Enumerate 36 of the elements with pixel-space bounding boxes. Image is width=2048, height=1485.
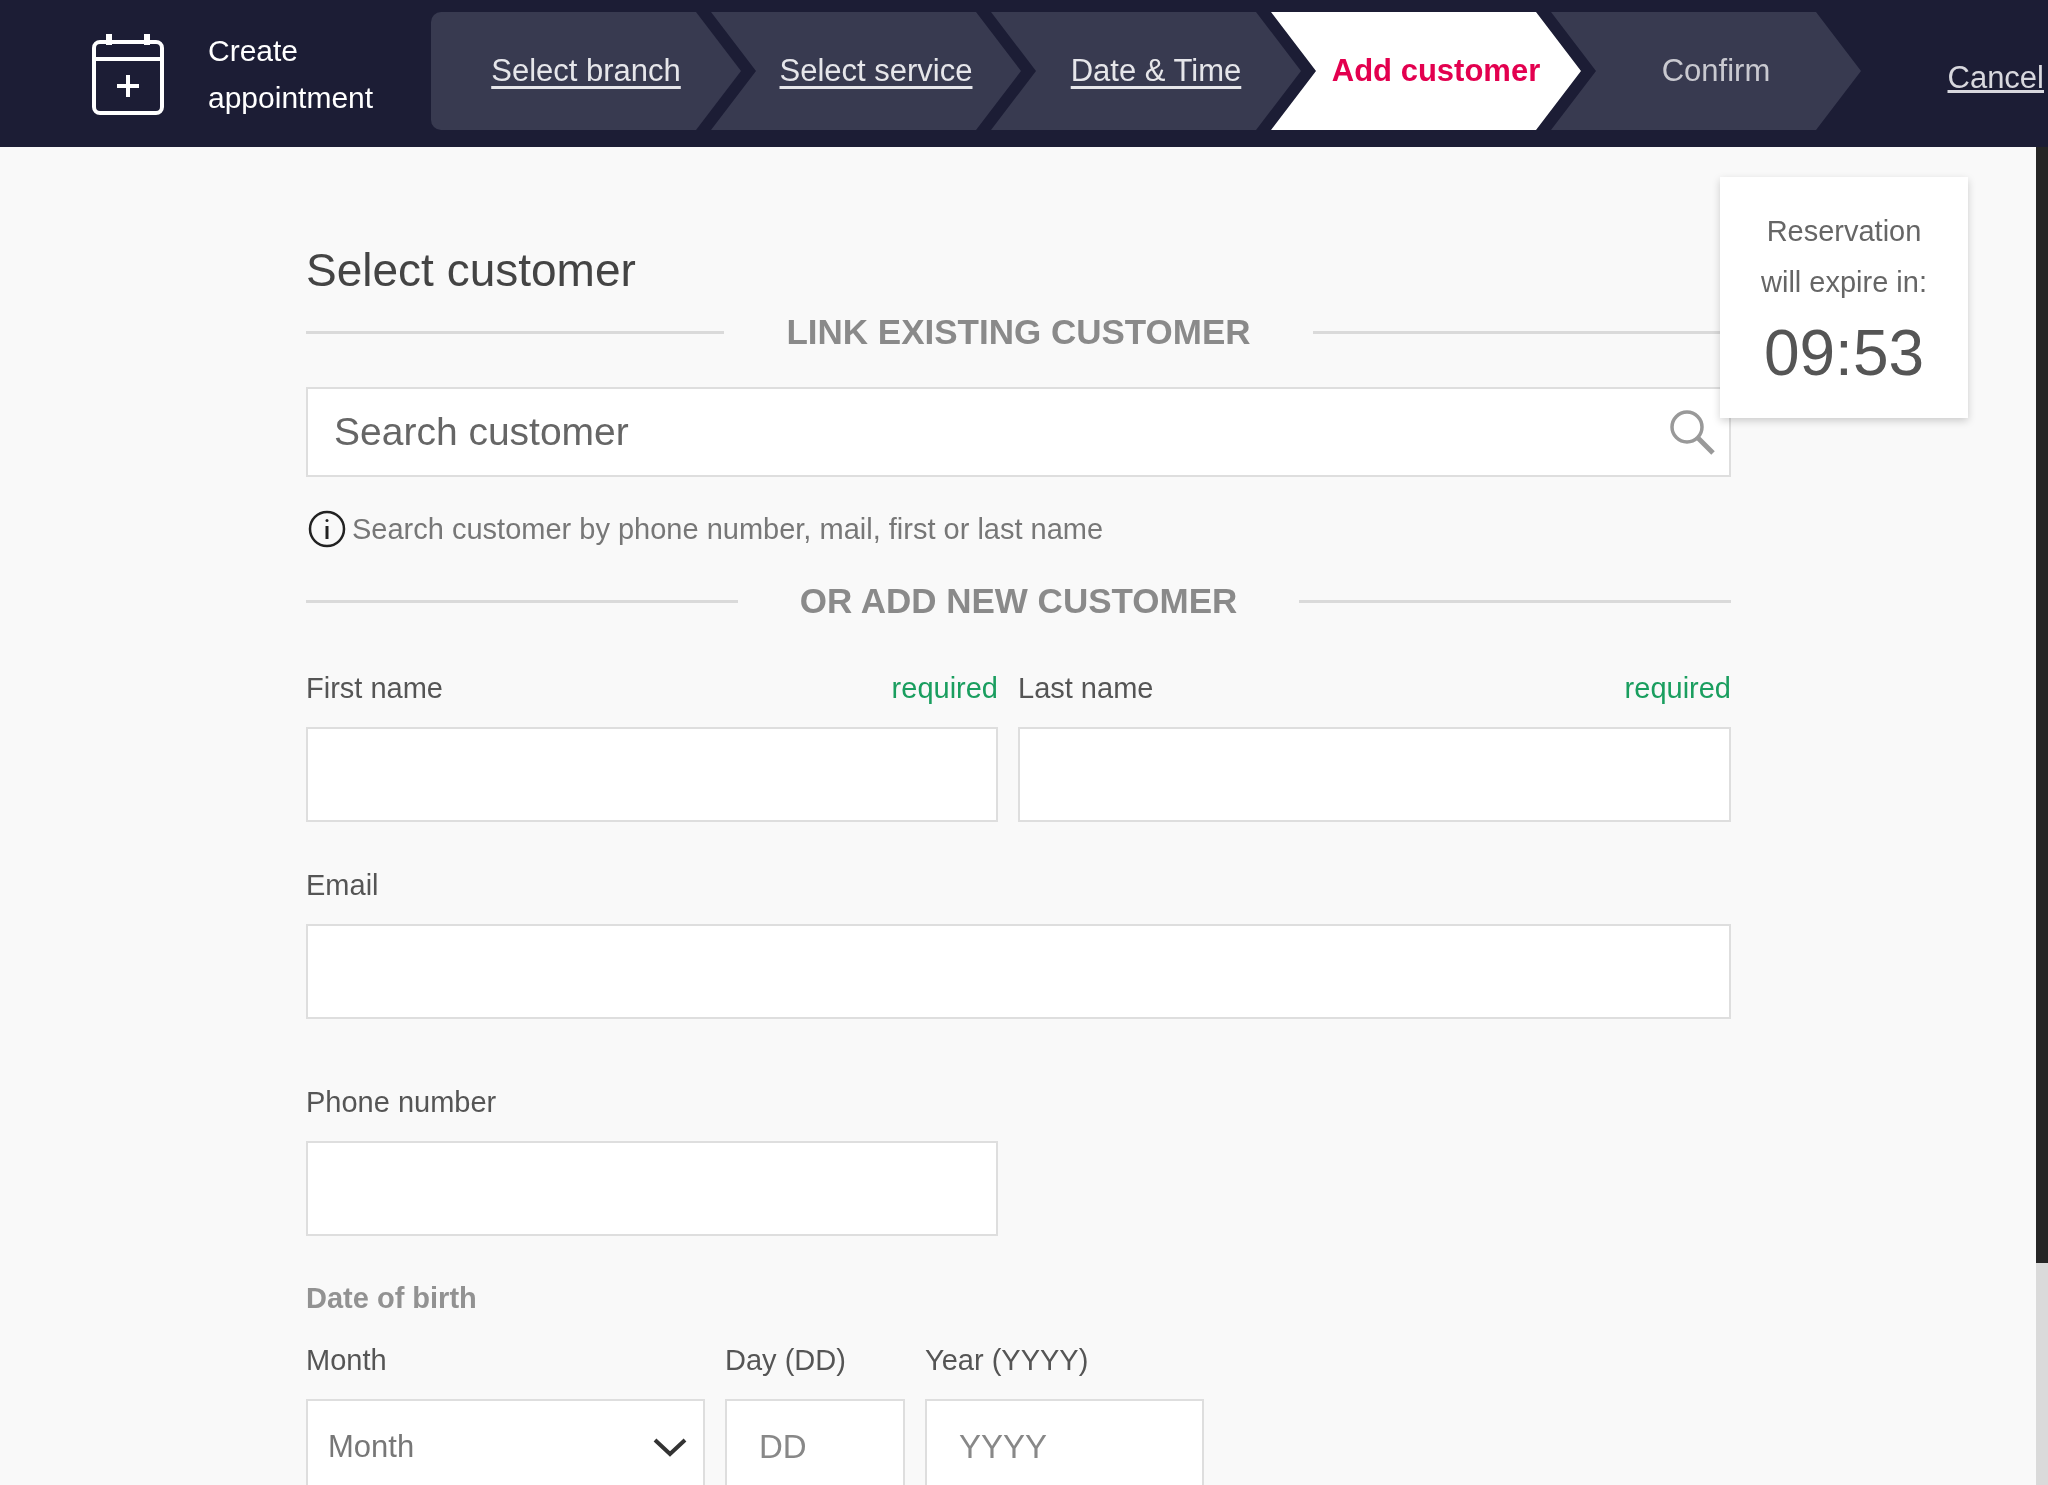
info-icon: [308, 510, 346, 548]
field-label: Month: [306, 1344, 387, 1376]
month-dropdown[interactable]: Month: [306, 1399, 705, 1485]
countdown-time: 09:53: [1763, 315, 1925, 390]
text-field[interactable]: [1018, 727, 1731, 822]
search-field[interactable]: Search customer: [306, 387, 1731, 477]
scrollbar[interactable]: [2036, 147, 2048, 1485]
wizard-step[interactable]: Confirm: [1551, 12, 1861, 130]
search-icon: [1669, 409, 1715, 455]
text-field[interactable]: [306, 1141, 998, 1236]
wizard-step[interactable]: Select service: [711, 12, 1021, 130]
text-field[interactable]: [306, 727, 998, 822]
app-title: Create appointment: [208, 32, 375, 116]
required-label: required: [1624, 671, 1731, 706]
field-label: Day (DD): [725, 1344, 846, 1376]
year-field[interactable]: YYYY: [925, 1399, 1204, 1485]
text-field[interactable]: [306, 924, 1731, 1019]
page-title: Select customer: [306, 243, 637, 298]
section-heading: OR ADD NEW CUSTOMER: [798, 580, 1239, 622]
chevron-down-icon: [653, 1436, 687, 1457]
wizard-step[interactable]: Select branch: [431, 12, 741, 130]
timer-label: Reservation will expire in:: [1760, 213, 1928, 300]
cancel-link[interactable]: Cancel: [1947, 59, 2044, 96]
section-heading: LINK EXISTING CUSTOMER: [785, 311, 1252, 353]
section-label: Date of birth: [306, 1281, 478, 1316]
field-label: First name: [306, 671, 443, 706]
hint-text: Search customer by phone number, mail, first or last name: [352, 512, 1104, 547]
field-label: Email: [306, 868, 379, 903]
field-label: Year (YYYY): [925, 1344, 1089, 1376]
wizard-step[interactable]: Add customer: [1271, 12, 1581, 130]
field-label: Phone number: [306, 1085, 497, 1120]
day-field[interactable]: DD: [725, 1399, 905, 1485]
field-label: Last name: [1018, 671, 1154, 706]
wizard-step[interactable]: Date & Time: [991, 12, 1301, 130]
required-label: required: [891, 671, 998, 706]
calendar-add-icon: [92, 32, 164, 115]
